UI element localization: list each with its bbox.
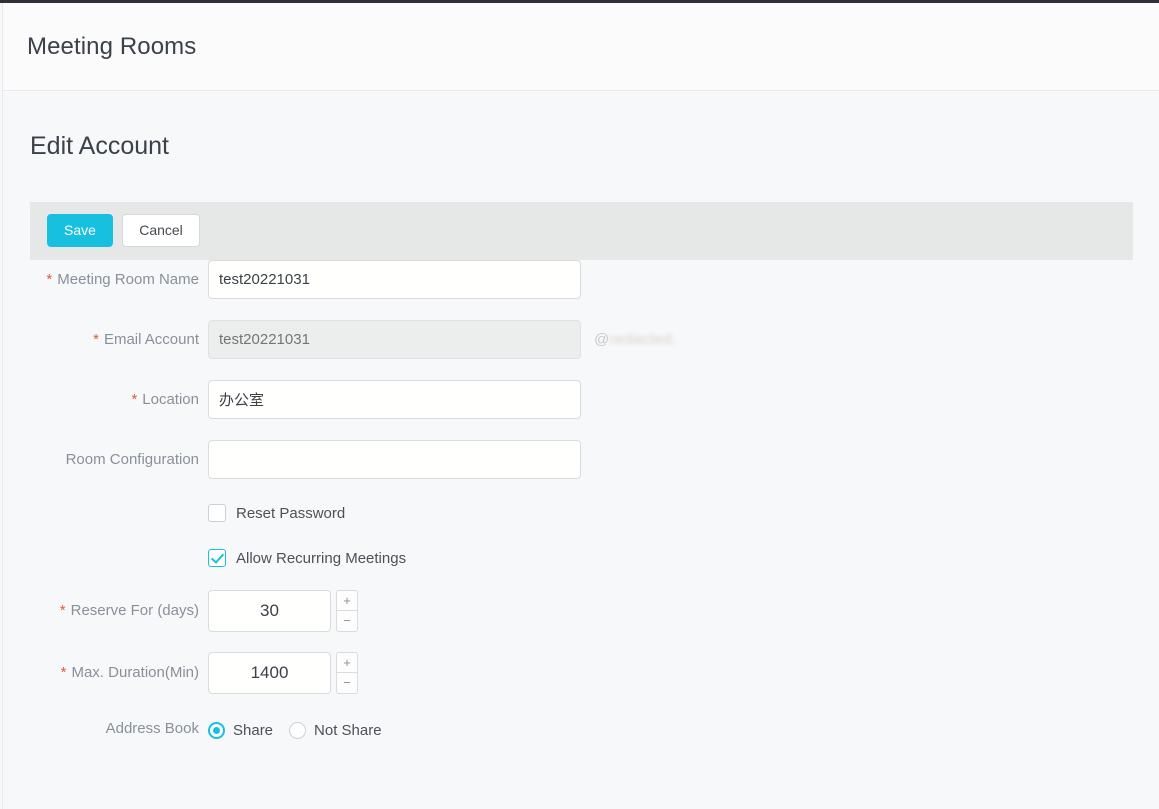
required-marker-icon: *	[131, 391, 138, 408]
edit-account-form: *Meeting Room Name *Email Account @redac…	[3, 260, 1159, 758]
allow-recurring-meetings-checkbox-row[interactable]: Allow Recurring Meetings	[208, 549, 406, 567]
required-marker-icon: *	[46, 271, 53, 288]
reserve-for-days-decrement-button[interactable]: −	[336, 611, 358, 632]
reset-password-label: Reset Password	[236, 504, 346, 522]
label-room-configuration: Room Configuration	[3, 440, 199, 479]
required-marker-icon: *	[93, 331, 99, 348]
address-book-radio-group: Share Not Share	[208, 722, 382, 739]
allow-recurring-meetings-label: Allow Recurring Meetings	[236, 549, 407, 567]
form-row-reset-password: Reset Password	[3, 500, 1159, 545]
form-row-max-duration: *Max. Duration(Min) + −	[3, 652, 1159, 714]
address-book-share-label: Share	[233, 722, 274, 739]
label-address-book: Address Book	[105, 720, 199, 737]
address-book-option-not-share[interactable]: Not Share	[289, 722, 382, 739]
email-account-input	[208, 320, 581, 359]
form-row-email-account: *Email Account @redacted.	[3, 320, 1159, 380]
address-book-option-share[interactable]: Share	[208, 722, 273, 739]
reserve-for-days-input[interactable]	[208, 590, 331, 632]
label-email-account: * Email Account	[3, 320, 199, 359]
meeting-room-name-input[interactable]	[208, 260, 581, 299]
reset-password-checkbox-row[interactable]: Reset Password	[208, 504, 345, 522]
label-meeting-room-name: * Meeting Room Name	[3, 260, 199, 299]
redacted-domain-text: redacted.	[609, 331, 677, 348]
form-toolbar: Save Cancel	[30, 202, 1133, 260]
app-frame: Meeting Rooms Edit Account Save Cancel *…	[0, 3, 1159, 809]
save-button[interactable]: Save	[47, 214, 113, 247]
content-area: Edit Account Save Cancel * Meeting Room N…	[2, 91, 1159, 809]
label-text: Meeting Room Name	[57, 271, 199, 288]
label-text: Max. Duration(Min)	[71, 664, 199, 681]
page-header: Meeting Rooms	[2, 3, 1159, 91]
label-text: Reserve For (days)	[70, 602, 199, 619]
required-marker-icon: *	[59, 602, 66, 619]
checkbox-unchecked-icon[interactable]	[208, 504, 226, 522]
room-configuration-input[interactable]	[208, 440, 581, 479]
max-duration-input[interactable]	[208, 652, 331, 694]
label-location: * Location	[3, 380, 199, 419]
section-title: Edit Account	[30, 132, 169, 160]
label-text: Room Configuration	[65, 451, 199, 468]
at-symbol: @	[594, 331, 610, 348]
form-row-allow-recurring-meetings: Allow Recurring Meetings	[3, 545, 1159, 590]
radio-unselected-icon[interactable]	[289, 722, 307, 739]
field-wrap-meeting-room-name	[208, 260, 581, 299]
max-duration-decrement-button[interactable]: −	[336, 673, 358, 694]
label-text: Location	[142, 391, 199, 408]
email-domain-suffix: @redacted.	[594, 320, 677, 359]
field-wrap-email-account: @redacted.	[208, 320, 676, 359]
radio-selected-icon[interactable]	[208, 722, 225, 739]
field-wrap-room-configuration	[208, 440, 581, 479]
form-row-reserve-for-days: *Reserve For (days) + −	[3, 590, 1159, 652]
page-title: Meeting Rooms	[27, 33, 197, 60]
checkbox-checked-icon[interactable]	[208, 549, 226, 567]
form-row-meeting-room-name: * Meeting Room Name	[3, 260, 1159, 320]
reserve-for-days-stepper: + −	[208, 590, 358, 632]
field-wrap-location	[208, 380, 581, 419]
reserve-for-days-increment-button[interactable]: +	[336, 590, 358, 611]
reserve-for-days-stepper-buttons: + −	[336, 590, 358, 632]
form-row-room-configuration: Room Configuration	[3, 440, 1159, 500]
required-marker-icon: *	[60, 664, 67, 681]
label-max-duration: * Max. Duration(Min)	[3, 652, 199, 694]
cancel-button[interactable]: Cancel	[122, 214, 200, 247]
label-text: Email Account	[103, 331, 199, 348]
address-book-not-share-label: Not Share	[314, 722, 382, 739]
max-duration-stepper-buttons: + −	[336, 652, 358, 694]
location-input[interactable]	[208, 380, 581, 419]
max-duration-increment-button[interactable]: +	[336, 652, 358, 673]
label-reserve-for-days: * Reserve For (days)	[3, 590, 199, 632]
form-row-address-book: Address Book Share Not Share	[3, 714, 1159, 758]
max-duration-stepper: + −	[208, 652, 358, 694]
form-row-location: * Location	[3, 380, 1159, 440]
